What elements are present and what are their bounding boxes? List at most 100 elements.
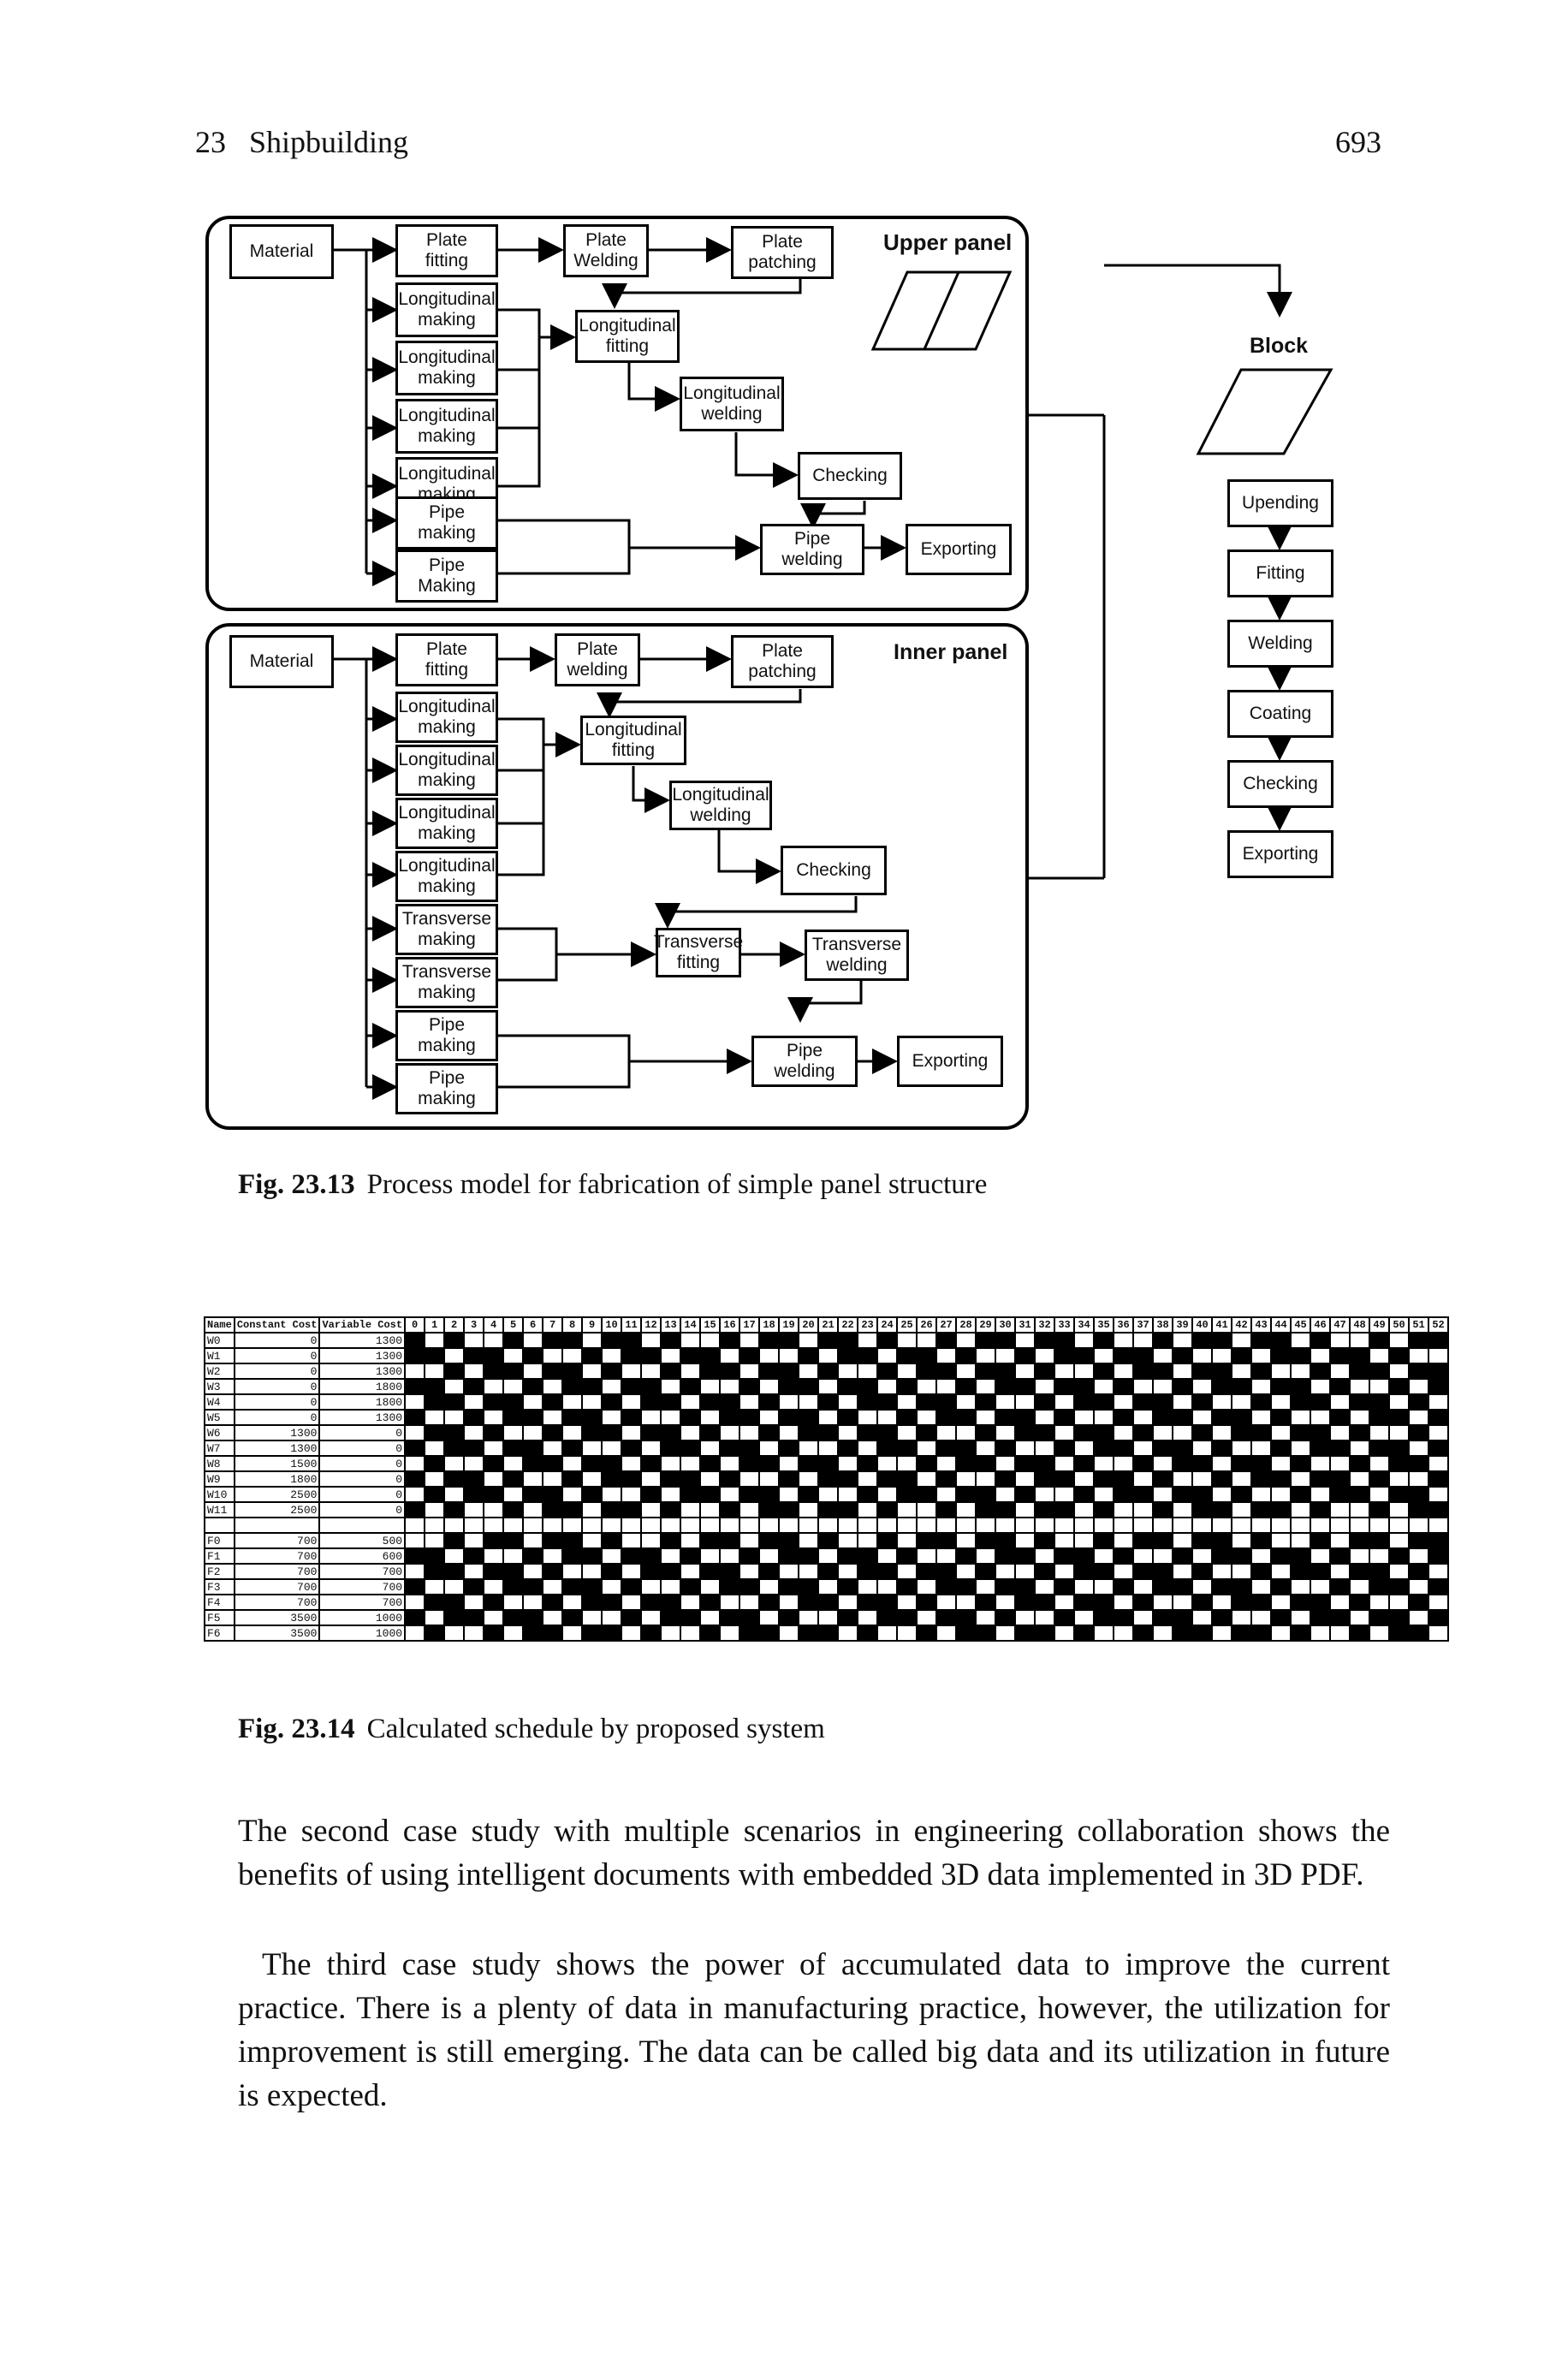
period-header: 28 [955,1316,977,1334]
table-row: F6 3500 1000 [204,1625,1450,1642]
schedule-cell [1113,1409,1135,1426]
schedule-cell [975,1424,997,1441]
schedule-cell [1408,1378,1430,1395]
schedule-cell [719,1578,741,1595]
schedule-cell [876,1347,899,1364]
schedule-cell [680,1424,702,1441]
schedule-cell [1369,1332,1391,1349]
row-name: W11 [204,1501,235,1518]
variable-cost: 700 [318,1594,407,1611]
schedule-cell [640,1470,662,1488]
schedule-cell [443,1547,466,1565]
table-row: W10 2500 0 [204,1486,1450,1503]
schedule-cell [1211,1378,1233,1395]
schedule-cell [935,1517,958,1534]
schedule-cell [1054,1532,1076,1549]
schedule-cell [1211,1393,1233,1411]
schedule-cell [699,1625,722,1642]
schedule-cell [1388,1470,1411,1488]
schedule-cell [483,1470,505,1488]
schedule-cell [542,1547,564,1565]
body-paragraph: The third case study shows the power of … [238,1947,1390,2113]
schedule-cell [424,1563,446,1580]
schedule-cell [463,1455,485,1472]
schedule-cell [719,1547,741,1565]
variable-cost: 1000 [318,1609,407,1626]
schedule-cell [837,1470,859,1488]
schedule-cell [955,1532,977,1549]
period-header: 12 [640,1316,662,1334]
schedule-cell [975,1594,997,1611]
schedule-cell [1054,1409,1076,1426]
schedule-cell [1329,1578,1351,1595]
table-row: W8 1500 0 [204,1455,1450,1472]
schedule-cell [817,1470,840,1488]
schedule-cell [561,1517,584,1534]
schedule-cell [680,1547,702,1565]
schedule-cell [1388,1532,1411,1549]
schedule-cell [561,1486,584,1503]
period-header: 36 [1113,1316,1135,1334]
schedule-cell [1211,1409,1233,1426]
schedule-cell [640,1424,662,1441]
variable-cost: 0 [318,1440,407,1457]
schedule-cell [1270,1455,1292,1472]
schedule-cell [719,1332,741,1349]
schedule-cell [1310,1578,1332,1595]
schedule-cell [778,1547,800,1565]
schedule-cell [1152,1547,1174,1565]
schedule-cell [1152,1424,1174,1441]
schedule-cell [680,1578,702,1595]
row-name: F6 [204,1625,235,1642]
schedule-cell [1270,1563,1292,1580]
schedule-cell [1014,1609,1036,1626]
schedule-cell [660,1563,682,1580]
schedule-cell [1152,1455,1174,1472]
schedule-cell [1034,1486,1056,1503]
body-paragraph: The second case study with multiple scen… [238,1814,1390,1892]
schedule-cell [1014,1625,1036,1642]
row-name: F2 [204,1563,235,1580]
schedule-cell [955,1424,977,1441]
schedule-cell [975,1455,997,1472]
schedule-cell [995,1563,1017,1580]
schedule-cell [424,1501,446,1518]
schedule-cell [699,1455,722,1472]
schedule-cell [1408,1578,1430,1595]
schedule-cell [1329,1517,1351,1534]
schedule-cell [483,1625,505,1642]
schedule-cell [955,1440,977,1457]
schedule-cell [876,1501,899,1518]
schedule-cell [1073,1393,1096,1411]
schedule-cell [1014,1378,1036,1395]
schedule-cell [1349,1594,1371,1611]
schedule-cell [1093,1578,1115,1595]
schedule-cell [817,1347,840,1364]
schedule-cell [1132,1563,1155,1580]
schedule-cell [975,1609,997,1626]
upper-pipe-making-box: Pipe making [395,496,498,549]
schedule-cell [1093,1547,1115,1565]
schedule-cell [857,1486,879,1503]
schedule-cell [581,1363,603,1380]
schedule-cell [443,1609,466,1626]
schedule-cell [1191,1578,1214,1595]
schedule-cell [1191,1455,1214,1472]
schedule-cell [443,1424,466,1441]
schedule-cell [699,1409,722,1426]
schedule-cell [1152,1393,1174,1411]
schedule-cell [699,1578,722,1595]
schedule-cell [1211,1609,1233,1626]
schedule-cell [1034,1532,1056,1549]
period-header: 26 [916,1316,938,1334]
schedule-cell [1054,1470,1076,1488]
schedule-cell [778,1393,800,1411]
schedule-cell [1093,1594,1115,1611]
schedule-cell [404,1393,426,1411]
schedule-cell [1310,1563,1332,1580]
variable-cost: 0 [318,1424,407,1441]
schedule-cell [1349,1347,1371,1364]
schedule-cell [424,1363,446,1380]
schedule-cell [699,1470,722,1488]
schedule-cell [896,1440,918,1457]
